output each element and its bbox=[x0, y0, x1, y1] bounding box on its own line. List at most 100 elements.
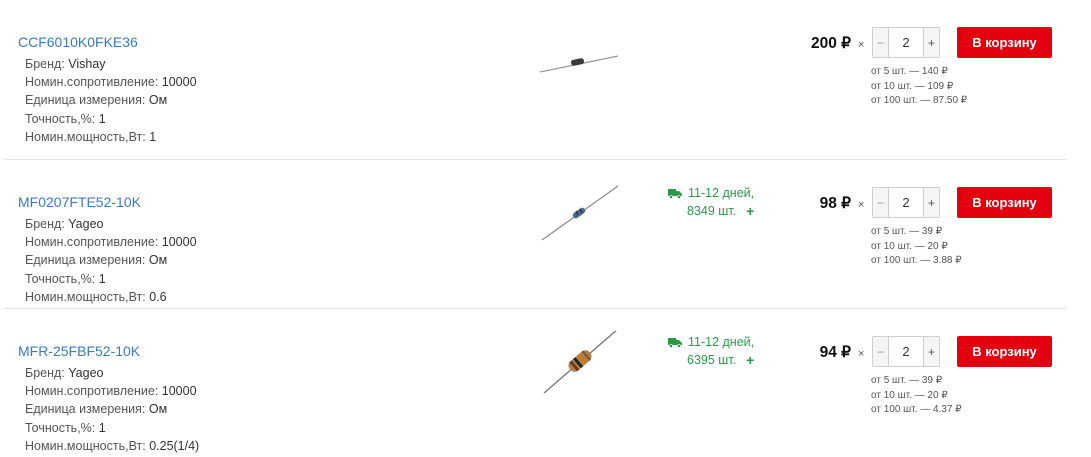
resistor-small-image[interactable] bbox=[534, 22, 624, 92]
price-tier: от 100 шт. — 4.37 ₽ bbox=[871, 404, 962, 415]
times-sign: × bbox=[858, 348, 865, 360]
add-to-cart-button[interactable]: В корзину bbox=[957, 27, 1052, 58]
param-label: Бренд: bbox=[25, 366, 65, 380]
stock-count-row: 8349 шт. + bbox=[668, 202, 754, 220]
param-value: Ом bbox=[148, 402, 168, 417]
delivery-time: 11-12 дней, bbox=[688, 186, 755, 200]
param-value: Ом bbox=[148, 93, 168, 108]
resistor-brown-image[interactable] bbox=[534, 331, 624, 401]
param-value: 1 bbox=[98, 420, 106, 435]
param-label: Точность,%: bbox=[25, 111, 96, 126]
param-unit: Единица измерения: Ом bbox=[18, 91, 197, 109]
add-to-cart-button[interactable]: В корзину bbox=[957, 187, 1052, 218]
quantity-input[interactable] bbox=[889, 188, 923, 217]
price: 200 ₽ bbox=[810, 35, 851, 52]
delivery-time: 11-12 дней, bbox=[688, 335, 755, 349]
param-unit: Единица измерения: Ом bbox=[18, 251, 197, 269]
stock-count-row: 6395 шт. + bbox=[668, 351, 754, 369]
increase-button[interactable]: + bbox=[923, 337, 939, 366]
price-tier: от 10 шт. — 20 ₽ bbox=[871, 240, 948, 252]
stock-info: 11-12 дней, 8349 шт. + bbox=[668, 184, 754, 220]
decrease-button[interactable]: − bbox=[873, 337, 889, 366]
truck-icon bbox=[668, 337, 682, 348]
param-label: Номин.мощность,Вт: bbox=[25, 289, 146, 304]
param-value: Ом bbox=[148, 253, 168, 268]
product-card: MFR-25FBF52-10K Бренд: Yageo Номин.сопро… bbox=[4, 309, 1067, 457]
param-label: Номин.сопротивление: bbox=[25, 75, 159, 90]
price-tiers: от 5 шт. — 39 ₽ от 10 шт. — 20 ₽ от 100 … bbox=[871, 374, 962, 418]
product-card: CCF6010K0FKE36 Бренд: Vishay Номин.сопро… bbox=[4, 0, 1067, 160]
product-sku-link[interactable]: CCF6010K0FKE36 bbox=[18, 34, 197, 50]
param-value: 10000 bbox=[161, 75, 197, 90]
stock-plus-icon[interactable]: + bbox=[746, 202, 754, 220]
param-value: 10000 bbox=[161, 384, 197, 399]
price-tiers: от 5 шт. — 140 ₽ от 10 шт. — 109 ₽ от 10… bbox=[871, 65, 967, 109]
param-value: Vishay bbox=[68, 57, 106, 71]
param-power: Номин.мощность,Вт: 0.25(1/4) bbox=[18, 437, 199, 455]
product-sku-link[interactable]: MF0207FTE52-10K bbox=[18, 194, 197, 210]
product-card: MF0207FTE52-10K Бренд: Yageo Номин.сопро… bbox=[4, 160, 1067, 309]
times-sign: × bbox=[858, 199, 865, 211]
price-tier: от 100 шт. — 3.88 ₽ bbox=[871, 255, 962, 266]
stock-count: 8349 шт. bbox=[687, 204, 737, 218]
price: 94 ₽ bbox=[819, 344, 851, 361]
product-info: MF0207FTE52-10K Бренд: Yageo Номин.сопро… bbox=[18, 194, 197, 306]
param-value: 1 bbox=[149, 129, 157, 144]
param-power: Номин.мощность,Вт: 0.6 bbox=[18, 288, 197, 306]
param-label: Номин.сопротивление: bbox=[25, 384, 159, 399]
decrease-button[interactable]: − bbox=[873, 28, 889, 57]
delivery-row: 11-12 дней, bbox=[668, 333, 754, 351]
param-label: Единица измерения: bbox=[25, 93, 146, 108]
quantity-stepper: − + bbox=[872, 187, 940, 218]
param-label: Бренд: bbox=[25, 217, 65, 231]
times-sign: × bbox=[858, 39, 865, 51]
price-tier: от 10 шт. — 20 ₽ bbox=[871, 389, 948, 401]
quantity-input[interactable] bbox=[889, 28, 923, 57]
truck-icon bbox=[668, 188, 682, 199]
param-value: 0.6 bbox=[149, 289, 167, 304]
param-tolerance: Точность,%: 1 bbox=[18, 110, 197, 128]
param-label: Номин.мощность,Вт: bbox=[25, 438, 146, 453]
param-tolerance: Точность,%: 1 bbox=[18, 419, 199, 437]
price-tier: от 100 шт. — 87.50 ₽ bbox=[871, 95, 968, 106]
stock-count: 6395 шт. bbox=[687, 353, 737, 367]
param-label: Номин.сопротивление: bbox=[25, 235, 159, 250]
add-to-cart-button[interactable]: В корзину bbox=[957, 336, 1052, 367]
param-resistance: Номин.сопротивление: 10000 bbox=[18, 73, 197, 91]
param-label: Номин.мощность,Вт: bbox=[25, 129, 146, 144]
param-value: 1 bbox=[98, 111, 106, 126]
param-label: Точность,%: bbox=[25, 420, 96, 435]
param-value: Yageo bbox=[68, 217, 104, 231]
increase-button[interactable]: + bbox=[923, 188, 939, 217]
price-tier: от 5 шт. — 39 ₽ bbox=[871, 226, 943, 237]
increase-button[interactable]: + bbox=[923, 28, 939, 57]
resistor-blue-image[interactable] bbox=[534, 182, 624, 252]
param-label: Единица измерения: bbox=[25, 253, 146, 268]
quantity-input[interactable] bbox=[889, 337, 923, 366]
price-tier: от 10 шт. — 109 ₽ bbox=[871, 80, 954, 92]
param-value: 1 bbox=[98, 271, 106, 286]
param-resistance: Номин.сопротивление: 10000 bbox=[18, 382, 199, 400]
stock-info: 11-12 дней, 6395 шт. + bbox=[668, 333, 754, 369]
param-label: Бренд: bbox=[25, 57, 65, 71]
param-value: 0.25(1/4) bbox=[149, 438, 200, 453]
quantity-stepper: − + bbox=[872, 336, 940, 367]
param-value: Yageo bbox=[68, 366, 104, 380]
product-info: MFR-25FBF52-10K Бренд: Yageo Номин.сопро… bbox=[18, 343, 199, 455]
param-unit: Единица измерения: Ом bbox=[18, 400, 199, 418]
decrease-button[interactable]: − bbox=[873, 188, 889, 217]
param-tolerance: Точность,%: 1 bbox=[18, 270, 197, 288]
param-value: 10000 bbox=[161, 235, 197, 250]
param-label: Точность,%: bbox=[25, 271, 96, 286]
stock-plus-icon[interactable]: + bbox=[746, 351, 754, 369]
param-brand: Бренд: Yageo bbox=[18, 364, 199, 382]
param-power: Номин.мощность,Вт: 1 bbox=[18, 128, 197, 146]
delivery-row: 11-12 дней, bbox=[668, 184, 754, 202]
price-tiers: от 5 шт. — 39 ₽ от 10 шт. — 20 ₽ от 100 … bbox=[871, 225, 962, 269]
param-brand: Бренд: Yageo bbox=[18, 215, 197, 233]
product-sku-link[interactable]: MFR-25FBF52-10K bbox=[18, 343, 199, 359]
param-label: Единица измерения: bbox=[25, 402, 146, 417]
product-info: CCF6010K0FKE36 Бренд: Vishay Номин.сопро… bbox=[18, 34, 197, 146]
quantity-stepper: − + bbox=[872, 27, 940, 58]
param-brand: Бренд: Vishay bbox=[18, 55, 197, 73]
